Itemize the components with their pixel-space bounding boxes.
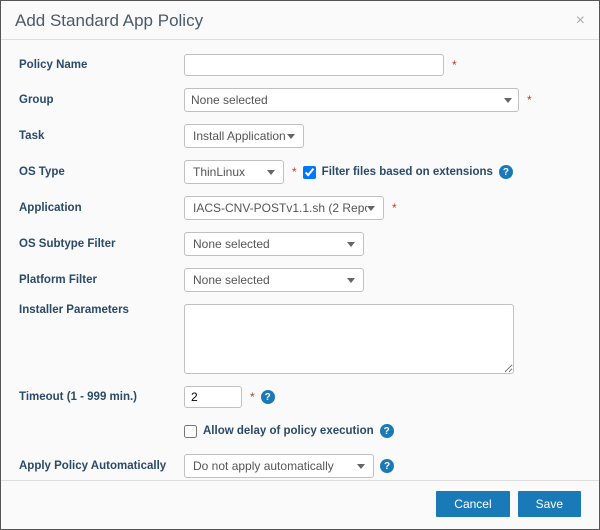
label-policy-name: Policy Name xyxy=(19,59,184,71)
row-os-type: OS Type ThinLinux * Filter files based o… xyxy=(19,160,581,184)
required-marker: * xyxy=(292,165,297,179)
row-timeout: Timeout (1 - 999 min.) * ? xyxy=(19,386,581,408)
application-select-value: IACS-CNV-POSTv1.1.sh (2 Reposi xyxy=(193,201,367,215)
field-timeout: * ? xyxy=(184,386,581,408)
filter-files-checkbox[interactable] xyxy=(303,166,316,179)
chevron-down-icon xyxy=(504,98,512,103)
label-apply-policy: Apply Policy Automatically xyxy=(19,460,184,472)
allow-delay-checkbox[interactable] xyxy=(184,425,197,438)
chevron-down-icon xyxy=(267,170,275,175)
task-select-value: Install Application xyxy=(193,129,286,143)
task-select[interactable]: Install Application xyxy=(184,124,304,148)
label-installer-params: Installer Parameters xyxy=(19,304,184,316)
field-os-type: ThinLinux * Filter files based on extens… xyxy=(184,160,581,184)
modal-dialog: Add Standard App Policy × Policy Name * … xyxy=(0,0,600,530)
row-allow-delay: Allow delay of policy execution ? xyxy=(19,420,581,442)
group-select-value: None selected xyxy=(191,93,268,107)
group-select[interactable]: None selected xyxy=(184,88,519,112)
field-installer-params xyxy=(184,304,581,374)
row-task: Task Install Application xyxy=(19,124,581,148)
row-os-subtype: OS Subtype Filter None selected xyxy=(19,232,581,256)
required-marker: * xyxy=(452,58,457,72)
required-marker: * xyxy=(527,93,532,107)
platform-select[interactable]: None selected xyxy=(184,268,364,292)
label-task: Task xyxy=(19,130,184,142)
modal-footer: Cancel Save xyxy=(1,480,599,529)
row-policy-name: Policy Name * xyxy=(19,54,581,76)
row-group: Group None selected * xyxy=(19,88,581,112)
os-type-select[interactable]: ThinLinux xyxy=(184,160,284,184)
cancel-button[interactable]: Cancel xyxy=(436,491,509,517)
field-platform: None selected xyxy=(184,268,581,292)
modal-body: Policy Name * Group None selected * Task xyxy=(1,40,599,478)
close-icon[interactable]: × xyxy=(576,12,585,30)
field-os-subtype: None selected xyxy=(184,232,581,256)
row-platform: Platform Filter None selected xyxy=(19,268,581,292)
label-group: Group xyxy=(19,94,184,106)
chevron-down-icon xyxy=(347,242,355,247)
modal-title: Add Standard App Policy xyxy=(15,11,203,31)
application-select[interactable]: IACS-CNV-POSTv1.1.sh (2 Reposi xyxy=(184,196,384,220)
modal-header: Add Standard App Policy × xyxy=(1,1,599,40)
required-marker: * xyxy=(250,390,255,404)
chevron-down-icon xyxy=(357,464,365,469)
timeout-input[interactable] xyxy=(184,386,242,408)
save-button[interactable]: Save xyxy=(518,491,581,517)
field-allow-delay: Allow delay of policy execution ? xyxy=(184,424,581,438)
help-icon[interactable]: ? xyxy=(380,459,394,473)
help-icon[interactable]: ? xyxy=(261,390,275,404)
label-filter-files: Filter files based on extensions xyxy=(322,166,493,178)
field-task: Install Application xyxy=(184,124,581,148)
label-allow-delay: Allow delay of policy execution xyxy=(203,425,374,437)
label-os-subtype: OS Subtype Filter xyxy=(19,238,184,250)
installer-params-textarea[interactable] xyxy=(184,304,514,374)
field-policy-name: * xyxy=(184,54,581,76)
field-group: None selected * xyxy=(184,88,581,112)
filter-files-group: Filter files based on extensions xyxy=(303,166,493,179)
apply-policy-select-value: Do not apply automatically xyxy=(193,459,334,473)
chevron-down-icon xyxy=(347,278,355,283)
row-apply-policy: Apply Policy Automatically Do not apply … xyxy=(19,454,581,478)
chevron-down-icon xyxy=(287,134,295,139)
platform-select-value: None selected xyxy=(193,273,270,287)
label-os-type: OS Type xyxy=(19,166,184,178)
required-marker: * xyxy=(392,201,397,215)
label-platform: Platform Filter xyxy=(19,274,184,286)
os-subtype-select-value: None selected xyxy=(193,237,270,251)
row-application: Application IACS-CNV-POSTv1.1.sh (2 Repo… xyxy=(19,196,581,220)
field-apply-policy: Do not apply automatically ? xyxy=(184,454,581,478)
label-application: Application xyxy=(19,202,184,214)
help-icon[interactable]: ? xyxy=(380,424,394,438)
apply-policy-select[interactable]: Do not apply automatically xyxy=(184,454,374,478)
row-installer-params: Installer Parameters xyxy=(19,304,581,374)
field-application: IACS-CNV-POSTv1.1.sh (2 Reposi * xyxy=(184,196,581,220)
help-icon[interactable]: ? xyxy=(499,165,513,179)
chevron-down-icon xyxy=(367,206,375,211)
os-type-select-value: ThinLinux xyxy=(193,165,245,179)
os-subtype-select[interactable]: None selected xyxy=(184,232,364,256)
label-timeout: Timeout (1 - 999 min.) xyxy=(19,391,184,403)
policy-name-input[interactable] xyxy=(184,54,444,76)
